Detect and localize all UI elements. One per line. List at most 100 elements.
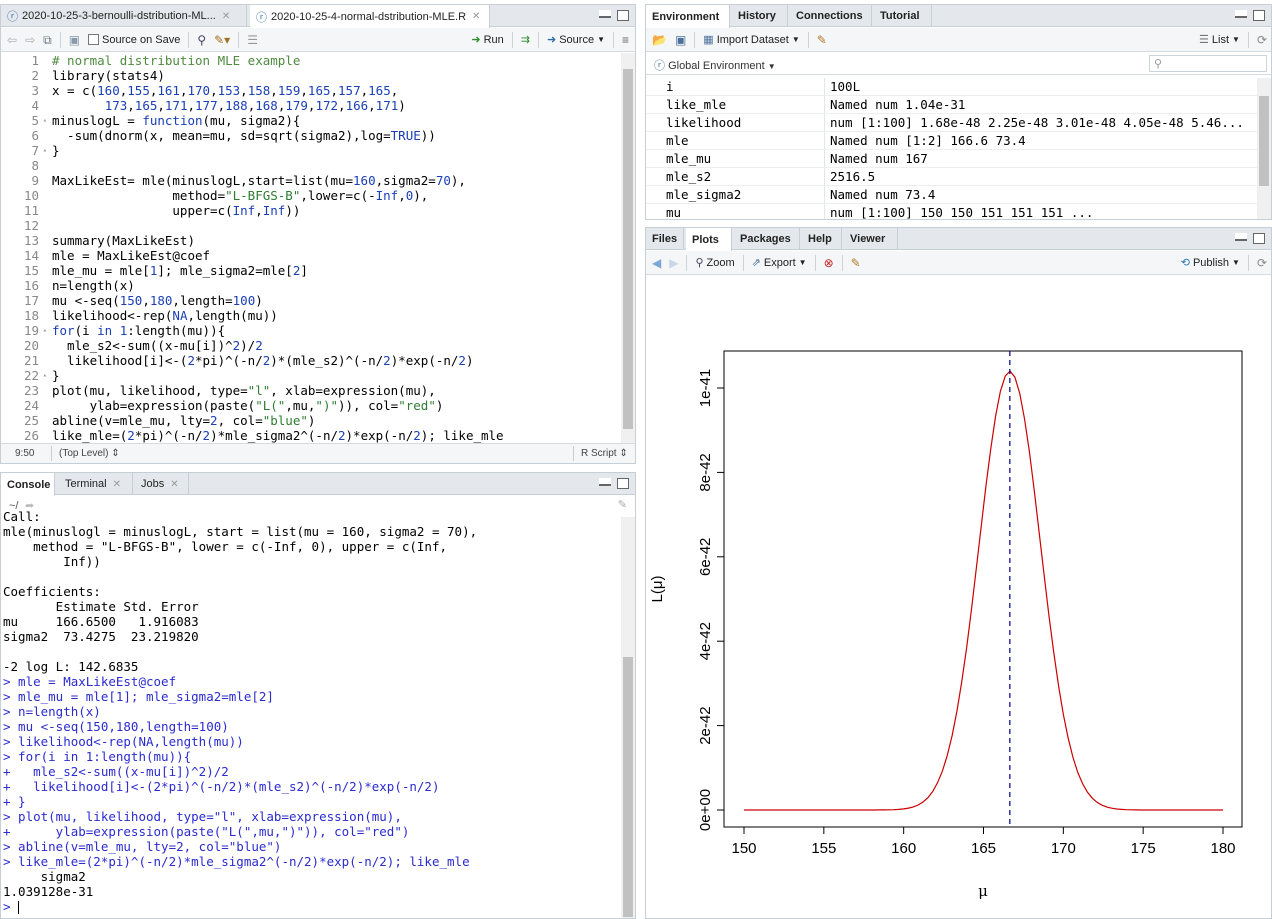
editor-scrollbar[interactable] [621, 53, 635, 443]
code-line[interactable]: upper=c(Inf,Inf)) [52, 203, 504, 218]
minimize-icon[interactable] [599, 10, 611, 18]
tab-history[interactable]: History [732, 5, 788, 27]
code-line[interactable]: abline(v=mle_mu, lty=2, col="blue") [52, 413, 504, 428]
environment-row[interactable]: like_mle Named num 1.04e-31 [646, 96, 1257, 114]
environment-scope-dropdown[interactable]: ⓡ Global Environment ▼ [654, 57, 776, 73]
environment-scrollbar[interactable] [1257, 78, 1271, 219]
environment-search-input[interactable]: ⚲ [1149, 55, 1267, 72]
code-line[interactable] [52, 218, 504, 233]
code-line[interactable]: likelihood[i]<-(2*pi)^(-n/2)*(mle_s2)^(-… [52, 353, 504, 368]
code-line[interactable]: mle_s2<-sum((x-mu[i])^2)/2 [52, 338, 504, 353]
close-tab-icon[interactable]: ✕ [222, 11, 230, 22]
code-line[interactable]: library(stats4) [52, 68, 504, 83]
save-workspace-icon[interactable]: ▣ [675, 34, 686, 46]
tab-terminal[interactable]: Terminal ✕ [59, 473, 133, 495]
source-on-save-checkbox[interactable]: Source on Save [88, 34, 180, 46]
tab-packages[interactable]: Packages [734, 228, 800, 250]
tab-plots[interactable]: Plots [686, 228, 732, 251]
code-area[interactable]: 1 2 3 4 5 ▴ 6 7 ▴ 8 9 10 11 12 13 14 15 16 17 18 19 ▴ 20 21 22 ▴ 2… [1, 53, 621, 443]
minimize-icon[interactable] [599, 478, 611, 486]
tab-connections[interactable]: Connections [790, 5, 872, 27]
rerun-button[interactable]: ⇉ [521, 33, 530, 46]
fold-arrow-icon[interactable]: ▴ [43, 113, 47, 128]
load-workspace-icon[interactable]: 📂 [652, 34, 667, 46]
console-scrollbar[interactable] [621, 517, 635, 918]
code-line[interactable]: likelihood<-rep(NA,length(mu)) [52, 308, 504, 323]
next-plot-icon[interactable]: ▶ [669, 257, 678, 269]
broom-icon[interactable]: ✎ [851, 257, 861, 269]
code-line[interactable]: mle = MaxLikeEst@coef [52, 248, 504, 263]
checkbox-icon[interactable] [88, 34, 100, 45]
document-outline-icon[interactable]: ☰ [247, 34, 258, 46]
console-output[interactable]: Call: mle(minuslogl = minuslogL, start = … [3, 509, 619, 918]
editor-scroll-thumb[interactable] [623, 69, 633, 429]
back-arrow-icon[interactable]: ⇦ [7, 34, 17, 46]
code-line[interactable]: -sum(dnorm(x, mean=mu, sd=sqrt(sigma2),l… [52, 128, 504, 143]
run-button[interactable]: ➜ Run [471, 33, 503, 47]
maximize-icon[interactable] [617, 478, 629, 489]
source-button[interactable]: ➜ Source ▼ [547, 33, 605, 47]
code-line[interactable]: summary(MaxLikeEst) [52, 233, 504, 248]
search-icon[interactable]: ⚲ [197, 34, 206, 46]
close-tab-icon[interactable]: ✕ [170, 479, 178, 490]
fold-arrow-icon[interactable]: ▴ [43, 323, 47, 338]
tab-environment[interactable]: Environment [646, 5, 730, 28]
environment-row[interactable]: mle_s2 2516.5 [646, 168, 1257, 186]
code-line[interactable]: ylab=expression(paste("L(",mu,")")), col… [52, 398, 504, 413]
fold-arrow-icon[interactable]: ▴ [43, 368, 47, 383]
environment-row[interactable]: mle Named num [1:2] 166.6 73.4 [646, 132, 1257, 150]
code-line[interactable]: mu <-seq(150,180,length=100) [52, 293, 504, 308]
view-mode-dropdown[interactable]: ☰ List ▼ [1199, 33, 1240, 47]
code-line[interactable]: for(i in 1:length(mu)){ [52, 323, 504, 338]
clear-console-icon[interactable]: ✎ [618, 498, 627, 511]
export-button[interactable]: ⇗ Export ▼ [752, 256, 807, 270]
environment-row[interactable]: mle_mu Named num 167 [646, 150, 1257, 168]
maximize-icon[interactable] [617, 10, 629, 21]
code-line[interactable]: mle_mu = mle[1]; mle_sigma2=mle[2] [52, 263, 504, 278]
menu-lines-icon[interactable]: ≡ [622, 34, 629, 46]
tab-files[interactable]: Files [646, 228, 684, 250]
zoom-button[interactable]: ⚲ Zoom [695, 256, 734, 270]
code-line[interactable]: } [52, 368, 504, 383]
scope-selector[interactable]: (Top Level) ⇕ [59, 448, 120, 459]
broom-icon[interactable]: ✎ [817, 34, 827, 46]
environment-row[interactable]: likelihood num [1:100] 1.68e-48 2.25e-48 … [646, 114, 1257, 132]
code-line[interactable]: like_mle=(2*pi)^(-n/2)*mle_sigma2^(-n/2)… [52, 428, 504, 443]
tab-help[interactable]: Help [802, 228, 842, 250]
code-line[interactable]: 173,165,171,177,188,168,179,172,166,171) [52, 98, 504, 113]
environment-row[interactable]: mle_sigma2 Named num 73.4 [646, 186, 1257, 204]
editor-tab-bernoulli[interactable]: ⓡ 2020-10-25-3-bernoulli-dstribution-ML.… [1, 5, 247, 27]
previous-plot-icon[interactable]: ◀ [652, 257, 661, 269]
maximize-icon[interactable] [1253, 10, 1265, 21]
code-line[interactable]: } [52, 143, 504, 158]
refresh-icon[interactable]: ⟳ [1257, 257, 1267, 269]
environment-row[interactable]: mu num [1:100] 150 150 151 151 151 ... [646, 204, 1257, 219]
code-line[interactable]: plot(mu, likelihood, type="l", xlab=expr… [52, 383, 504, 398]
forward-arrow-icon[interactable]: ⇨ [25, 34, 35, 46]
fold-arrow-icon[interactable]: ▴ [43, 143, 47, 158]
code-line[interactable] [52, 158, 504, 173]
console-scroll-thumb[interactable] [623, 657, 633, 917]
filetype-selector[interactable]: R Script ⇕ [581, 448, 628, 459]
remove-plot-icon[interactable]: ⊗ [824, 257, 834, 269]
editor-tab-normal[interactable]: ⓡ 2020-10-25-4-normal-dstribution-MLE.R ✕ [250, 5, 490, 28]
code-line[interactable]: n=length(x) [52, 278, 504, 293]
tab-console[interactable]: Console [1, 473, 55, 496]
maximize-icon[interactable] [1253, 233, 1265, 244]
save-icon[interactable]: ▣ [69, 34, 80, 46]
code-line[interactable]: method="L-BFGS-B",lower=c(-Inf,0), [52, 188, 504, 203]
minimize-icon[interactable] [1235, 10, 1247, 18]
code-line[interactable]: minuslogL = function(mu, sigma2){ [52, 113, 504, 128]
environment-row[interactable]: i 100L [646, 78, 1257, 96]
code-tools-wand-icon[interactable]: ✎▾ [214, 34, 230, 46]
close-tab-icon[interactable]: ✕ [113, 479, 121, 490]
tab-viewer[interactable]: Viewer [844, 228, 898, 250]
code-line[interactable]: MaxLikeEst= mle(minuslogL,start=list(mu=… [52, 173, 504, 188]
import-dataset-button[interactable]: ▦ Import Dataset ▼ [703, 33, 799, 47]
code-line[interactable]: # normal distribution MLE example [52, 53, 504, 68]
environment-scroll-thumb[interactable] [1259, 96, 1269, 186]
refresh-icon[interactable]: ⟳ [1257, 34, 1267, 46]
show-in-window-icon[interactable]: ⧉ [43, 34, 52, 46]
tab-tutorial[interactable]: Tutorial [874, 5, 932, 27]
minimize-icon[interactable] [1235, 233, 1247, 241]
